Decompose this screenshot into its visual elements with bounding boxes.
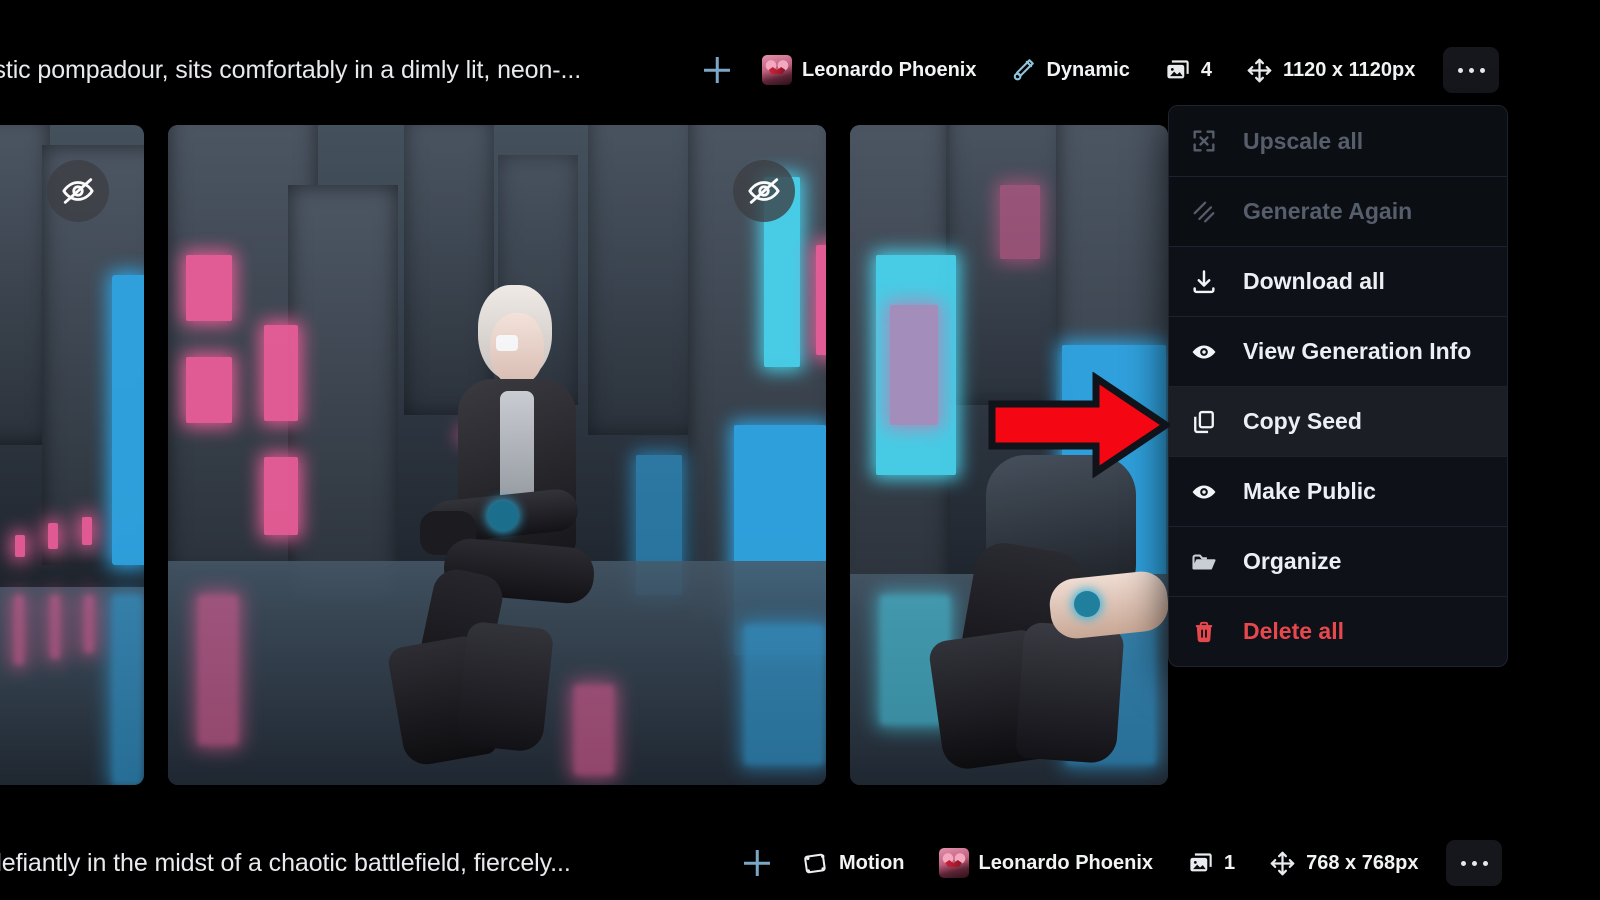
bottom-dimensions-label: 768 x 768px [1306,851,1419,874]
bottom-model-chip[interactable]: Leonardo Phoenix [933,840,1159,886]
generation-thumb-left[interactable] [0,125,144,785]
top-dimensions-label: 1120 x 1120px [1282,58,1416,81]
menu-item-make-public[interactable]: Make Public [1169,456,1507,526]
resize-move-icon [1246,57,1273,84]
folder-icon [1187,548,1221,576]
top-dimensions-chip[interactable]: 1120 x 1120px [1240,47,1421,93]
app-root: istic pompadour, sits comfortably in a d… [0,0,1600,900]
top-image-count-label: 4 [1200,58,1212,81]
generation-context-menu: Upscale all Generate Again Download all [1168,105,1508,667]
eye-icon [1187,338,1221,366]
top-prompt-text[interactable]: istic pompadour, sits comfortably in a d… [0,56,678,85]
eye-off-badge-center[interactable] [733,160,795,222]
top-model-chip[interactable]: Leonardo Phoenix [756,47,982,93]
menu-item-upscale-all[interactable]: Upscale all [1169,106,1507,176]
menu-item-copy-seed[interactable]: Copy Seed [1169,386,1507,456]
menu-item-label: Upscale all [1243,127,1364,154]
annotation-arrow [988,372,1170,478]
bottom-motion-chip[interactable]: Motion [796,840,911,886]
generate-again-icon [1187,198,1221,226]
bottom-more-options-button[interactable] [1446,840,1503,886]
bottom-dimensions-chip[interactable]: 768 x 768px [1263,840,1424,886]
model-avatar-icon [762,55,792,85]
trash-icon [1187,619,1221,645]
more-options-icon [1468,67,1474,73]
top-preset-chip[interactable]: Dynamic [1004,47,1135,93]
top-image-count-chip[interactable]: 4 [1158,47,1218,93]
menu-item-download-all[interactable]: Download all [1169,246,1507,316]
more-options-icon [1482,860,1488,866]
upscale-icon [1187,127,1221,155]
menu-item-label: Generate Again [1243,198,1413,224]
bottom-generation-toolbar: defiantly in the midst of a chaotic batt… [0,828,1600,898]
eye-off-icon [61,174,95,208]
add-to-collection-button[interactable] [700,53,734,87]
menu-item-organize[interactable]: Organize [1169,526,1507,596]
top-generation-toolbar: istic pompadour, sits comfortably in a d… [0,35,1600,105]
bottom-motion-label: Motion [839,851,905,874]
magic-wand-icon [1010,57,1036,83]
resize-move-icon [1269,850,1296,877]
thumb-left-artwork [0,125,144,785]
menu-item-label: Make Public [1243,478,1376,504]
menu-item-label: View Generation Info [1243,338,1472,364]
bottom-model-label: Leonardo Phoenix [978,851,1153,874]
eye-off-badge-left[interactable] [47,160,109,222]
images-stack-icon [1187,850,1214,877]
menu-item-generate-again[interactable]: Generate Again [1169,176,1507,246]
bottom-add-to-collection-button[interactable] [740,846,774,880]
generation-thumb-center[interactable] [168,125,826,785]
more-options-icon [1479,67,1485,73]
menu-item-label: Organize [1243,548,1342,574]
menu-item-label: Delete all [1243,618,1344,644]
model-avatar-icon [938,848,969,878]
bottom-image-count-chip[interactable]: 1 [1181,840,1241,886]
bottom-prompt-text[interactable]: defiantly in the midst of a chaotic batt… [0,849,718,878]
menu-item-delete-all[interactable]: Delete all [1169,596,1507,666]
more-options-icon [1460,860,1466,866]
eye-icon [1187,478,1221,506]
bottom-image-count-label: 1 [1224,851,1236,874]
eye-off-icon [747,174,781,208]
top-model-label: Leonardo Phoenix [802,58,977,81]
menu-item-label: Download all [1243,268,1385,294]
copy-icon [1187,408,1221,436]
menu-item-label: Copy Seed [1243,408,1362,434]
motion-film-icon [802,850,829,877]
more-options-icon [1471,860,1477,866]
top-preset-label: Dynamic [1046,58,1130,81]
thumb-center-artwork [168,125,826,785]
download-icon [1187,268,1221,296]
menu-item-view-generation-info[interactable]: View Generation Info [1169,316,1507,386]
images-stack-icon [1164,57,1191,84]
top-more-options-button[interactable] [1443,47,1500,93]
more-options-icon [1457,67,1463,73]
